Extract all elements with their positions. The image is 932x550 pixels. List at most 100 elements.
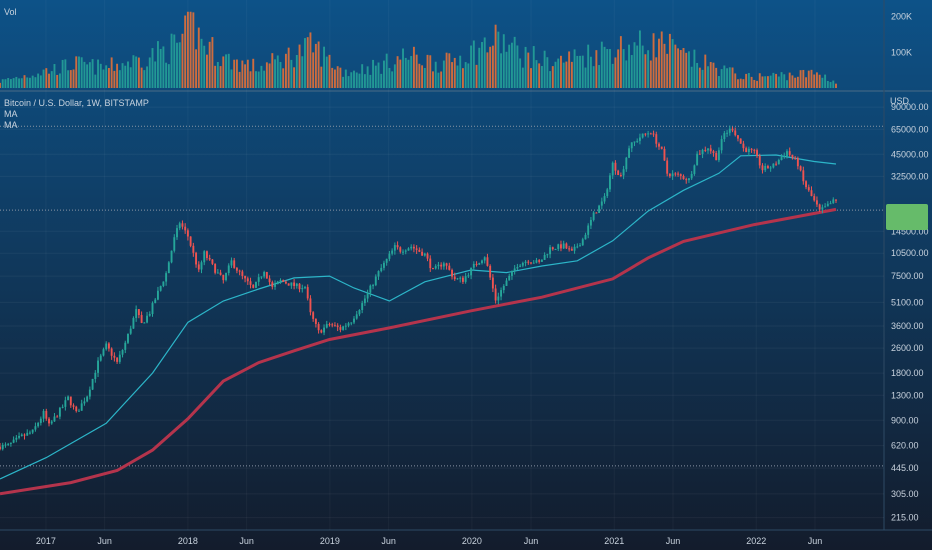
volume-bar [20, 78, 23, 88]
volume-bar [222, 56, 225, 88]
volume-bar [794, 77, 797, 88]
candle-body [0, 446, 1, 450]
time-tick-label: Jun [666, 536, 681, 546]
volume-bar [813, 74, 816, 88]
time-tick-label: 2022 [746, 536, 766, 546]
candle-body [832, 199, 835, 204]
volume-bar [314, 43, 317, 88]
volume-bar [649, 60, 652, 88]
volume-bar [614, 57, 617, 88]
volume-bar [121, 63, 124, 88]
candle-body [113, 355, 116, 358]
volume-bar [64, 59, 67, 88]
candle-body [306, 287, 309, 299]
volume-legend[interactable]: Vol [4, 7, 17, 18]
volume-bar [628, 44, 630, 88]
volume-bar [173, 34, 176, 88]
volume-bar [723, 65, 726, 88]
candle-body [42, 410, 45, 419]
time-tick-label: Jun [381, 536, 396, 546]
candle-body [99, 355, 102, 361]
candle-body [102, 349, 105, 356]
candle-body [423, 253, 426, 256]
volume-bar [764, 76, 767, 88]
candle-body [304, 287, 306, 289]
volume-bar [530, 68, 532, 88]
candle-body [407, 248, 410, 251]
candle-body [282, 280, 285, 282]
candle-body [715, 153, 718, 161]
candle-body [53, 416, 56, 422]
volume-bar [426, 54, 429, 88]
candle-body [813, 196, 816, 201]
candle-body [116, 357, 119, 362]
candle-body [31, 429, 34, 433]
volume-bar [67, 70, 70, 88]
volume-bar [282, 68, 285, 88]
candle-body [9, 442, 12, 444]
volume-bar [731, 67, 734, 88]
price-legend[interactable]: Bitcoin / U.S. Dollar, 1W, BITSTAMP MA M… [4, 98, 149, 131]
volume-bar [758, 73, 761, 88]
candle-body [587, 225, 590, 235]
volume-bar [543, 50, 546, 88]
volume-bar [391, 71, 394, 88]
candle-body [181, 223, 184, 227]
candle-body [652, 133, 655, 135]
volume-bar [470, 45, 473, 88]
volume-bar [715, 67, 718, 88]
price-tick-label: 305.00 [891, 489, 919, 499]
price-tick-label: 10500.00 [891, 248, 929, 258]
volume-bar [829, 82, 832, 88]
ma-fast-label: MA [4, 109, 18, 119]
candle-body [20, 434, 23, 437]
candle-body [589, 219, 592, 226]
volume-bar [113, 70, 116, 88]
candle-body [331, 324, 334, 326]
candle-body [693, 165, 696, 174]
volume-bar [184, 15, 187, 88]
volume-bar [227, 53, 230, 88]
candle-body [513, 268, 516, 271]
volume-bar [521, 67, 524, 88]
volume-bar [478, 47, 481, 88]
volume-bar [255, 71, 257, 88]
volume-bar [551, 66, 554, 88]
candle-body [560, 244, 562, 249]
candle-body [159, 286, 162, 291]
volume-bar [557, 58, 560, 88]
candle-body [263, 272, 266, 277]
volume-bar [58, 73, 61, 88]
volume-bar [94, 74, 97, 88]
volume-bar [437, 72, 440, 88]
candle-body [491, 277, 494, 289]
volume-bar [619, 36, 622, 88]
candle-body [216, 272, 219, 274]
volume-bar [154, 61, 157, 88]
candle-body [786, 151, 788, 157]
candle-body [614, 162, 617, 171]
volume-bar [88, 62, 91, 88]
volume-bar [50, 71, 53, 88]
volume-bar [698, 67, 701, 88]
volume-bar [693, 49, 696, 88]
candle-body [728, 128, 731, 133]
candle-body [333, 325, 336, 327]
volume-bar [317, 41, 320, 88]
volume-bar [102, 69, 105, 88]
volume-bar [56, 74, 59, 88]
volume-bar [235, 59, 238, 88]
price-chart[interactable]: 90000.0065000.0045000.0032500.0014500.00… [0, 0, 932, 550]
volume-bar [576, 55, 579, 88]
volume-bar [143, 70, 146, 88]
volume-bar [110, 57, 113, 88]
volume-bar [701, 69, 704, 88]
time-tick-label: 2019 [320, 536, 340, 546]
volume-bar [127, 61, 129, 88]
candle-body [274, 284, 276, 287]
candle-body [412, 246, 415, 249]
volume-bar [170, 33, 173, 88]
candle-body [780, 157, 783, 160]
volume-bar [674, 44, 677, 88]
candle-body [712, 151, 715, 154]
